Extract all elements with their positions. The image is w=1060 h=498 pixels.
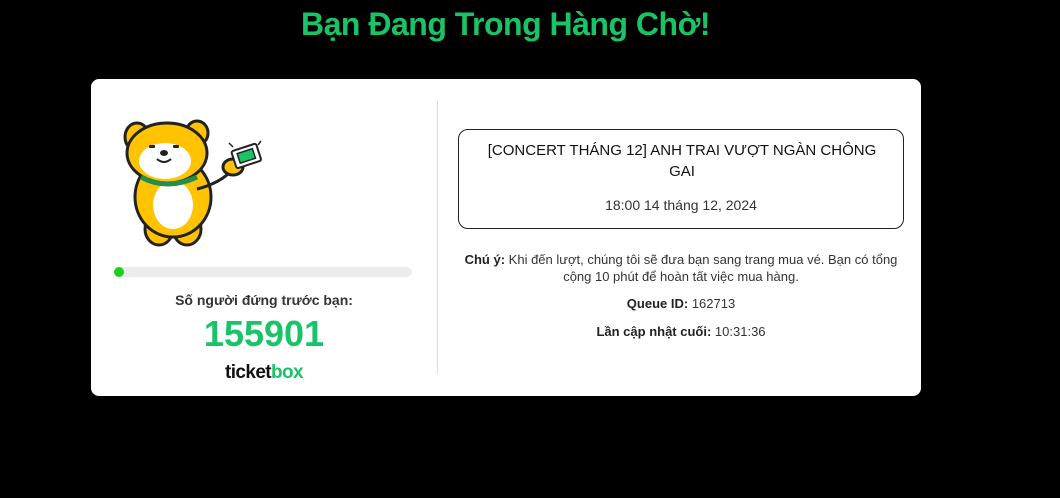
queue-progress-fill xyxy=(114,267,125,277)
queue-id-label: Queue ID: xyxy=(626,296,689,311)
ticketbox-logo: ticketbox xyxy=(91,362,437,384)
queue-id-value: 162713 xyxy=(691,296,736,311)
dog-mascot-icon xyxy=(123,119,245,247)
queue-card: Số người đứng trước bạn: 155901 ticketbo… xyxy=(91,79,921,396)
column-divider xyxy=(437,101,438,374)
last-update-line: Lần cập nhật cuối: 10:31:36 xyxy=(458,324,904,339)
page-title: Bạn Đang Trong Hàng Chờ! xyxy=(301,6,710,42)
event-info-box: [CONCERT THÁNG 12] ANH TRAI VƯỢT NGÀN CH… xyxy=(458,129,904,229)
people-ahead-label: Số người đứng trước bạn: xyxy=(175,292,353,308)
people-ahead-count: 155901 xyxy=(203,313,325,354)
last-update-label: Lần cập nhật cuối: xyxy=(596,324,712,339)
ticket-icon xyxy=(228,140,262,170)
logo-part-ticket: ticket xyxy=(224,362,272,383)
queue-progress-bar xyxy=(114,267,412,277)
notice-body: Khi đến lượt, chúng tôi sẽ đưa bạn sang … xyxy=(508,252,898,284)
queue-id-line: Queue ID: 162713 xyxy=(458,296,904,311)
queue-status-panel: Số người đứng trước bạn: 155901 ticketbo… xyxy=(91,79,437,396)
logo-part-box: box xyxy=(271,362,304,383)
event-title: [CONCERT THÁNG 12] ANH TRAI VƯỢT NGÀN CH… xyxy=(487,142,877,180)
last-update-value: 10:31:36 xyxy=(714,324,766,339)
event-datetime: 18:00 14 tháng 12, 2024 xyxy=(605,197,757,213)
notice-label: Chú ý: xyxy=(464,252,506,267)
notice-text: Chú ý: Khi đến lượt, chúng tôi sẽ đưa bạ… xyxy=(458,251,904,285)
